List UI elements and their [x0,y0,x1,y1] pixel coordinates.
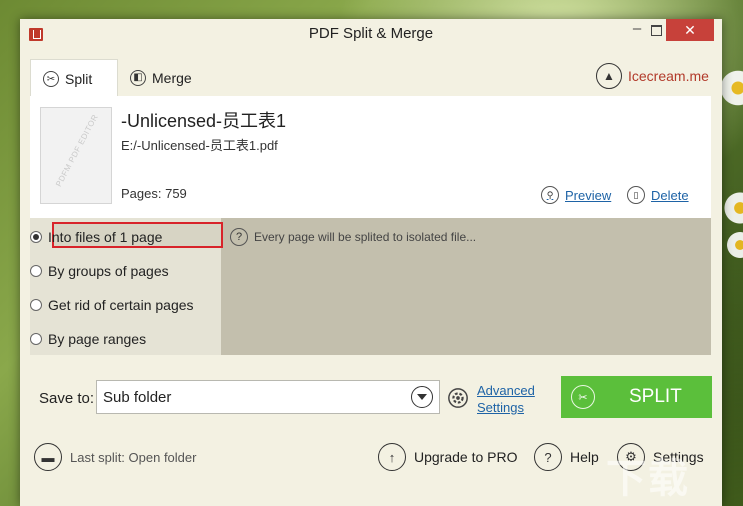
window-title: PDF Split & Merge [308,25,434,42]
option-into-files-of-1-page[interactable]: Into files of 1 page [30,229,162,245]
minimize-button[interactable]: – [624,19,650,41]
tab-split-label: Split [65,71,93,87]
option-label: By groups of pages [48,263,169,279]
option-hint: ? Every page will be splited to isolated… [230,228,476,246]
question-icon: ? [534,443,562,471]
file-page-count: Pages: 759 [121,186,187,201]
chevron-down-icon[interactable] [411,386,433,408]
tab-merge-label: Merge [152,69,192,86]
option-by-page-ranges[interactable]: By page ranges [30,331,146,347]
icecream-label: Icecream.me [628,68,709,84]
help-button[interactable]: ? Help [534,443,599,471]
file-thumbnail: PDFM PDF EDITOR [40,107,112,204]
delete-button[interactable]: ▯ Delete [627,186,689,204]
app-window: PDF Split & Merge – ✕ ✂ Split ◧ Merge ▲ … [20,19,722,506]
radio-button[interactable] [30,299,42,311]
scissors-icon: ✂ [43,71,59,87]
thumbnail-watermark: PDFM PDF EDITOR [54,112,100,189]
arrow-up-icon: ↑ [378,443,406,471]
close-button[interactable]: ✕ [666,19,714,41]
save-to-value: Sub folder [103,389,172,406]
scissors-icon: ✂ [571,385,595,409]
maximize-button[interactable] [651,25,662,36]
radio-button[interactable] [30,333,42,345]
split-button-label: SPLIT [629,386,682,407]
option-get-rid-of-certain-pages[interactable]: Get rid of certain pages [30,297,194,313]
file-name: -Unlicensed-员工表1 [121,111,287,131]
tab-merge[interactable]: ◧ Merge [118,59,214,96]
radio-button[interactable] [30,265,42,277]
title-bar[interactable]: PDF Split & Merge – ✕ [20,19,722,49]
delete-label: Delete [651,187,689,203]
tab-split[interactable]: ✂ Split [30,59,118,98]
option-label: Get rid of certain pages [48,297,194,313]
gear-icon[interactable] [447,387,469,409]
option-label: Into files of 1 page [48,229,163,245]
save-to-select[interactable]: Sub folder [96,380,440,414]
open-last-split-folder[interactable]: ▬ Last split: Open folder [34,443,196,471]
upgrade-to-pro-button[interactable]: ↑ Upgrade to PRO [378,443,518,471]
file-path: E:/-Unlicensed-员工表1.pdf [121,138,278,153]
advanced-settings-link[interactable]: Advanced Settings [477,382,535,416]
upgrade-label: Upgrade to PRO [414,449,518,465]
last-split-label: Last split: Open folder [70,449,197,465]
advanced-settings-line2: Settings [477,400,524,415]
file-panel: PDFM PDF EDITOR -Unlicensed-员工表1 E:/-Unl… [30,96,711,218]
help-label: Help [570,449,599,465]
radio-button[interactable] [30,231,42,243]
question-icon[interactable]: ? [230,228,248,246]
preview-label: Preview [565,187,612,203]
option-label: By page ranges [48,331,147,347]
split-button[interactable]: ✂ SPLIT [561,376,712,418]
hint-text: Every page will be splited to isolated f… [254,230,477,244]
background-flower [725,230,743,260]
preview-button[interactable]: ⚲ Preview [541,186,611,204]
icecream-logo-icon: ▲ [596,63,622,89]
magnifier-icon: ⚲ [541,186,559,204]
trash-icon: ▯ [627,186,645,204]
merge-icon: ◧ [130,69,146,86]
save-to-label: Save to: [39,390,95,407]
option-by-groups-of-pages[interactable]: By groups of pages [30,263,169,279]
icecream-link[interactable]: ▲ Icecream.me [596,63,709,89]
folder-icon: ▬ [34,443,62,471]
advanced-settings-line1: Advanced [477,383,535,398]
site-watermark: 下载 [606,457,690,501]
background-flower [722,190,743,226]
